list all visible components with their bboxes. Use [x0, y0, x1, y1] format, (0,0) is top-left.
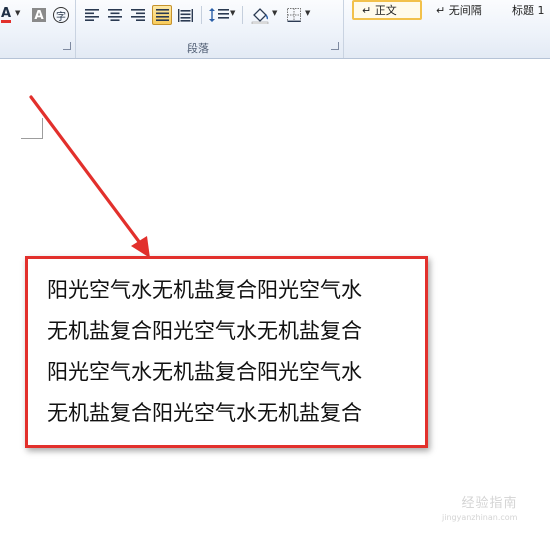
arrow-head: [131, 236, 150, 258]
document-text-line[interactable]: 无机盐复合阳光空气水无机盐复合: [47, 315, 362, 345]
document-text-line[interactable]: 阳光空气水无机盐复合阳光空气水: [47, 356, 362, 386]
watermark: 经验指南 jingyanzhinan.com: [442, 492, 517, 522]
document-text-line[interactable]: 阳光空气水无机盐复合阳光空气水: [47, 274, 362, 304]
watermark-text: 经验指南: [461, 496, 518, 511]
document-text-line[interactable]: 无机盐复合阳光空气水无机盐复合: [47, 397, 362, 427]
watermark-url: jingyanzhinan.com: [442, 513, 518, 522]
annotation-highlight-box: 阳光空气水无机盐复合阳光空气水 无机盐复合阳光空气水无机盐复合 阳光空气水无机盐…: [25, 256, 428, 448]
